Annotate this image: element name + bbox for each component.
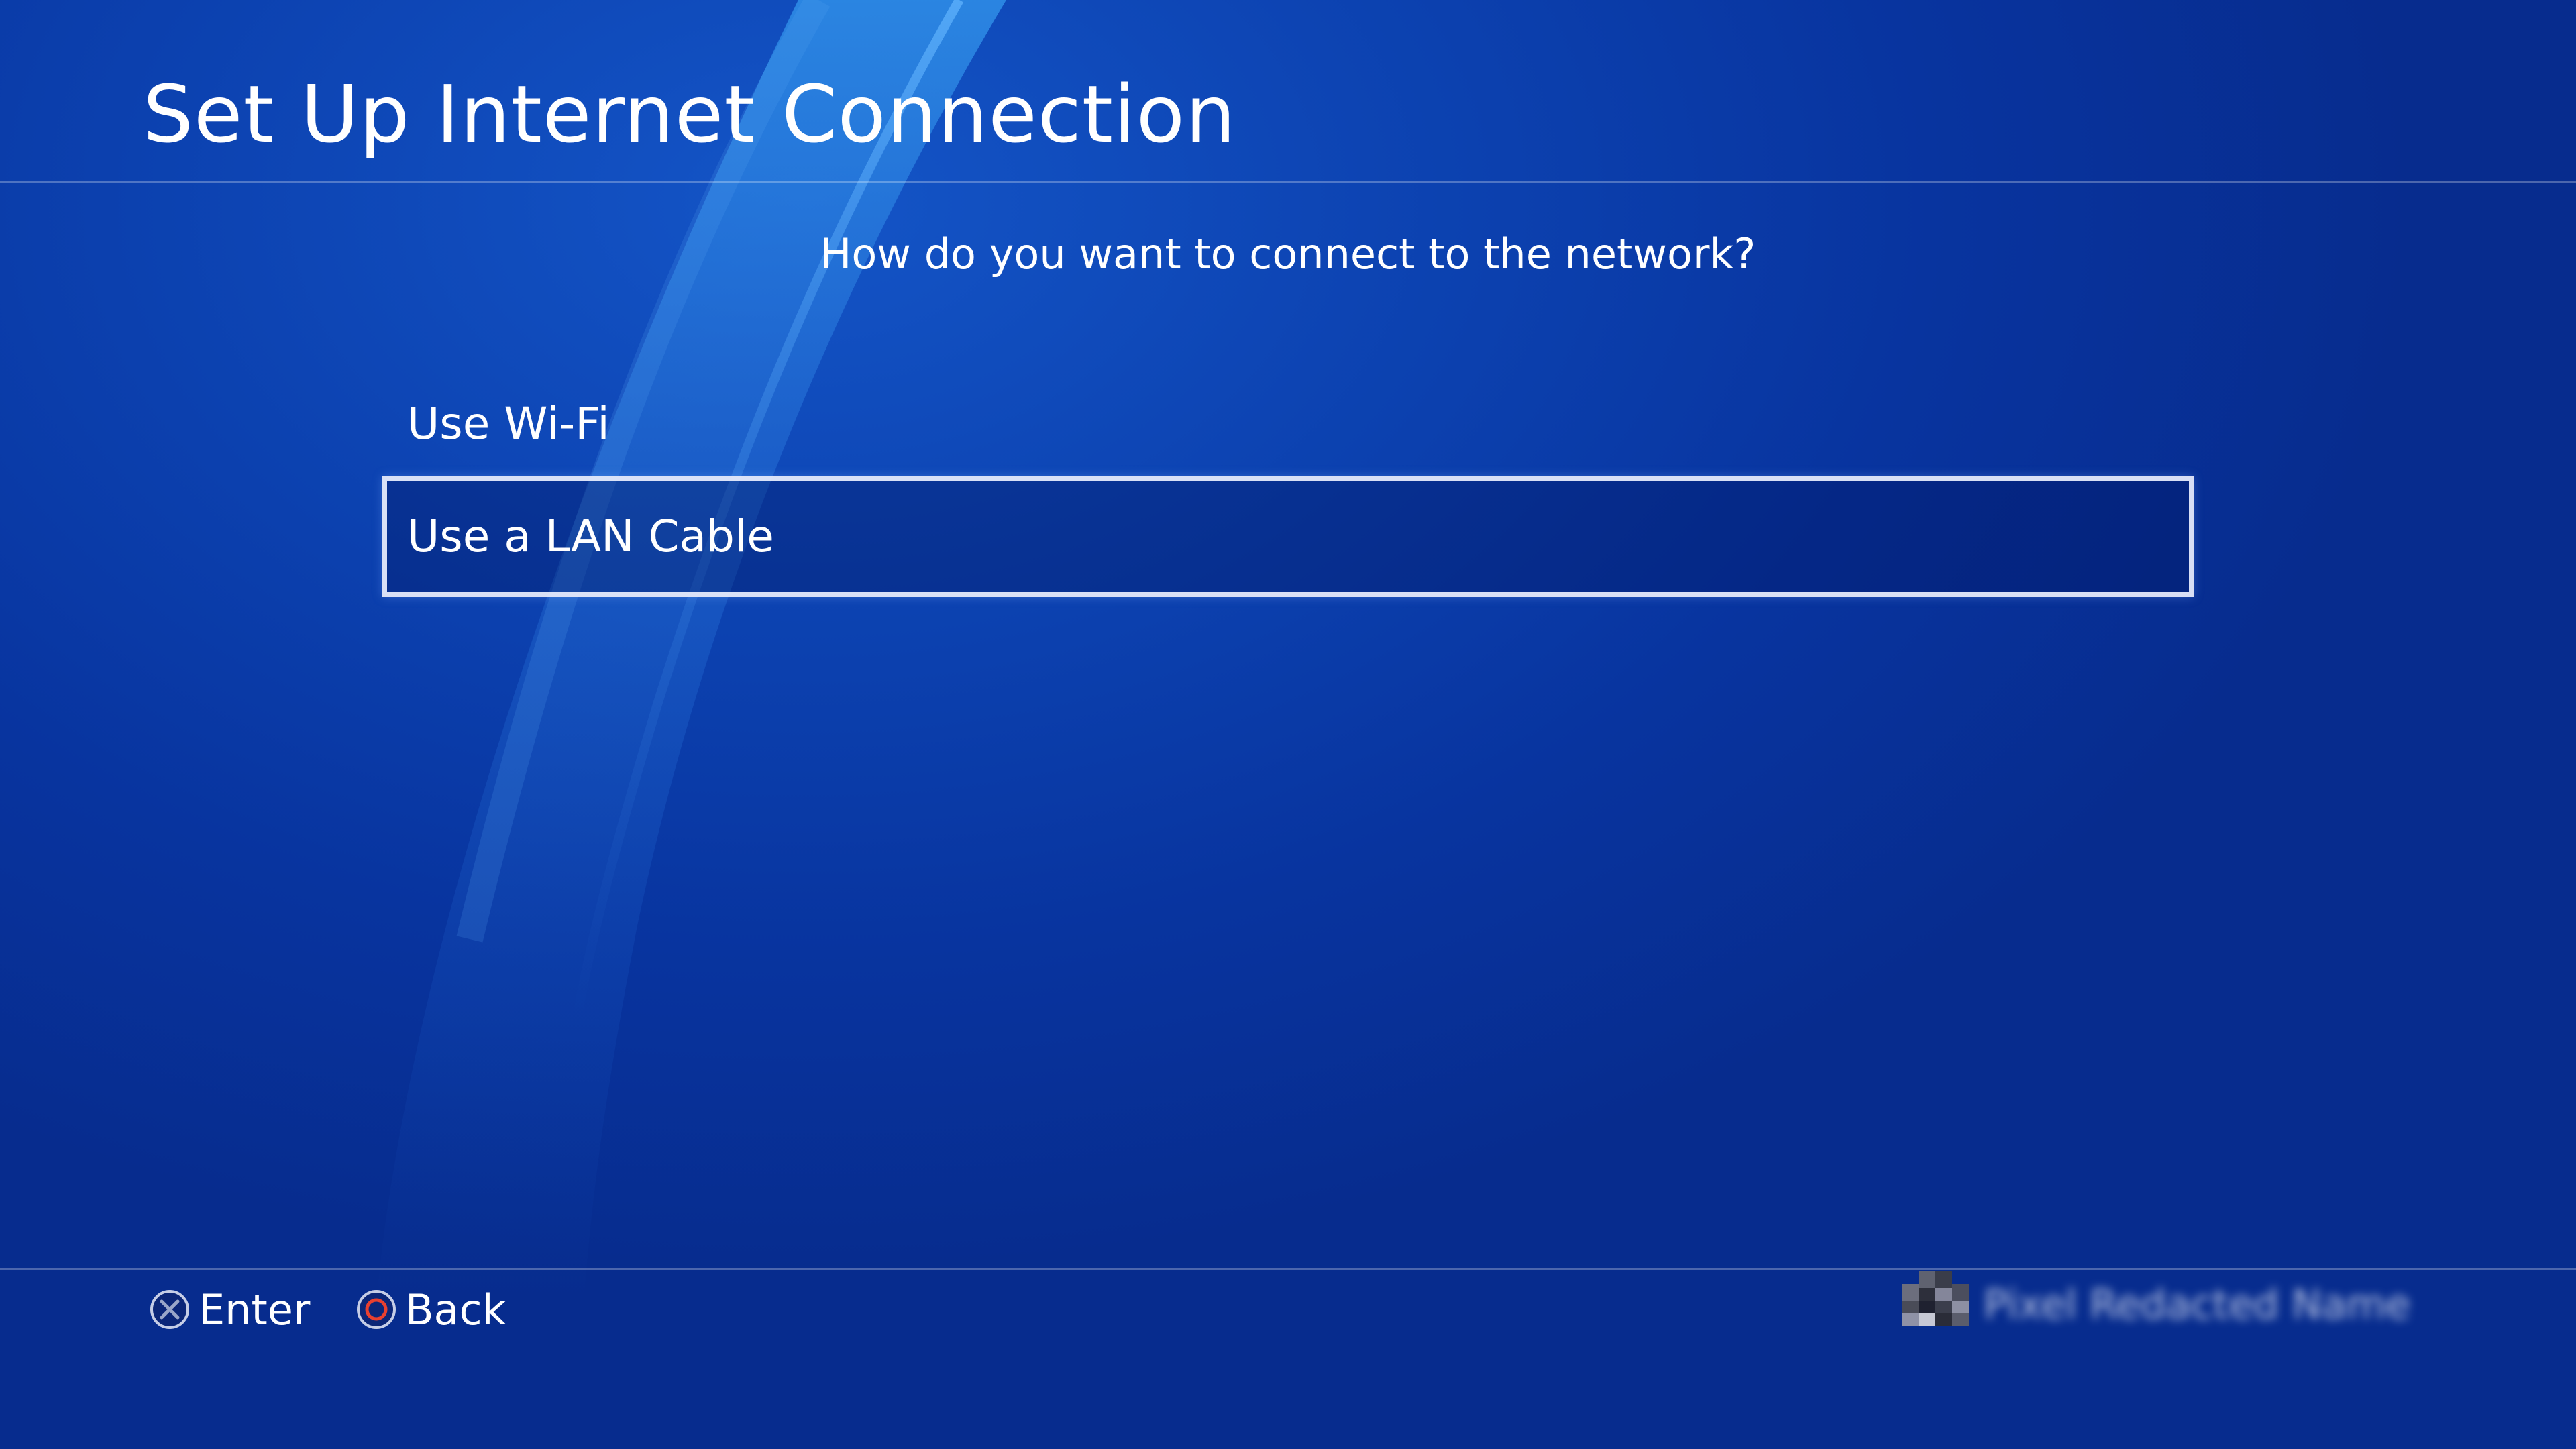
user-avatar: [1902, 1271, 1969, 1338]
page-title: Set Up Internet Connection: [143, 68, 1236, 160]
back-label: Back: [405, 1285, 506, 1334]
connection-method-menu: Use Wi-Fi Use a LAN Cable: [382, 362, 2194, 597]
enter-label: Enter: [199, 1285, 311, 1334]
background-swoosh: [376, 0, 1006, 1308]
user-profile: Pixel Redacted Name: [1902, 1268, 2410, 1342]
menu-item-use-lan-cable[interactable]: Use a LAN Cable: [382, 476, 2194, 597]
back-button-hint[interactable]: Back: [356, 1283, 506, 1336]
header-divider: [0, 181, 2576, 183]
circle-button-icon: [357, 1290, 396, 1329]
connection-question: How do you want to connect to the networ…: [820, 229, 1756, 278]
menu-item-label: Use Wi-Fi: [407, 398, 610, 449]
cross-button-icon: [150, 1290, 189, 1329]
menu-item-label: Use a LAN Cable: [407, 511, 774, 562]
menu-item-use-wifi[interactable]: Use Wi-Fi: [382, 362, 2194, 476]
enter-button-hint[interactable]: Enter: [149, 1283, 310, 1336]
user-name: Pixel Redacted Name: [1984, 1281, 2411, 1328]
